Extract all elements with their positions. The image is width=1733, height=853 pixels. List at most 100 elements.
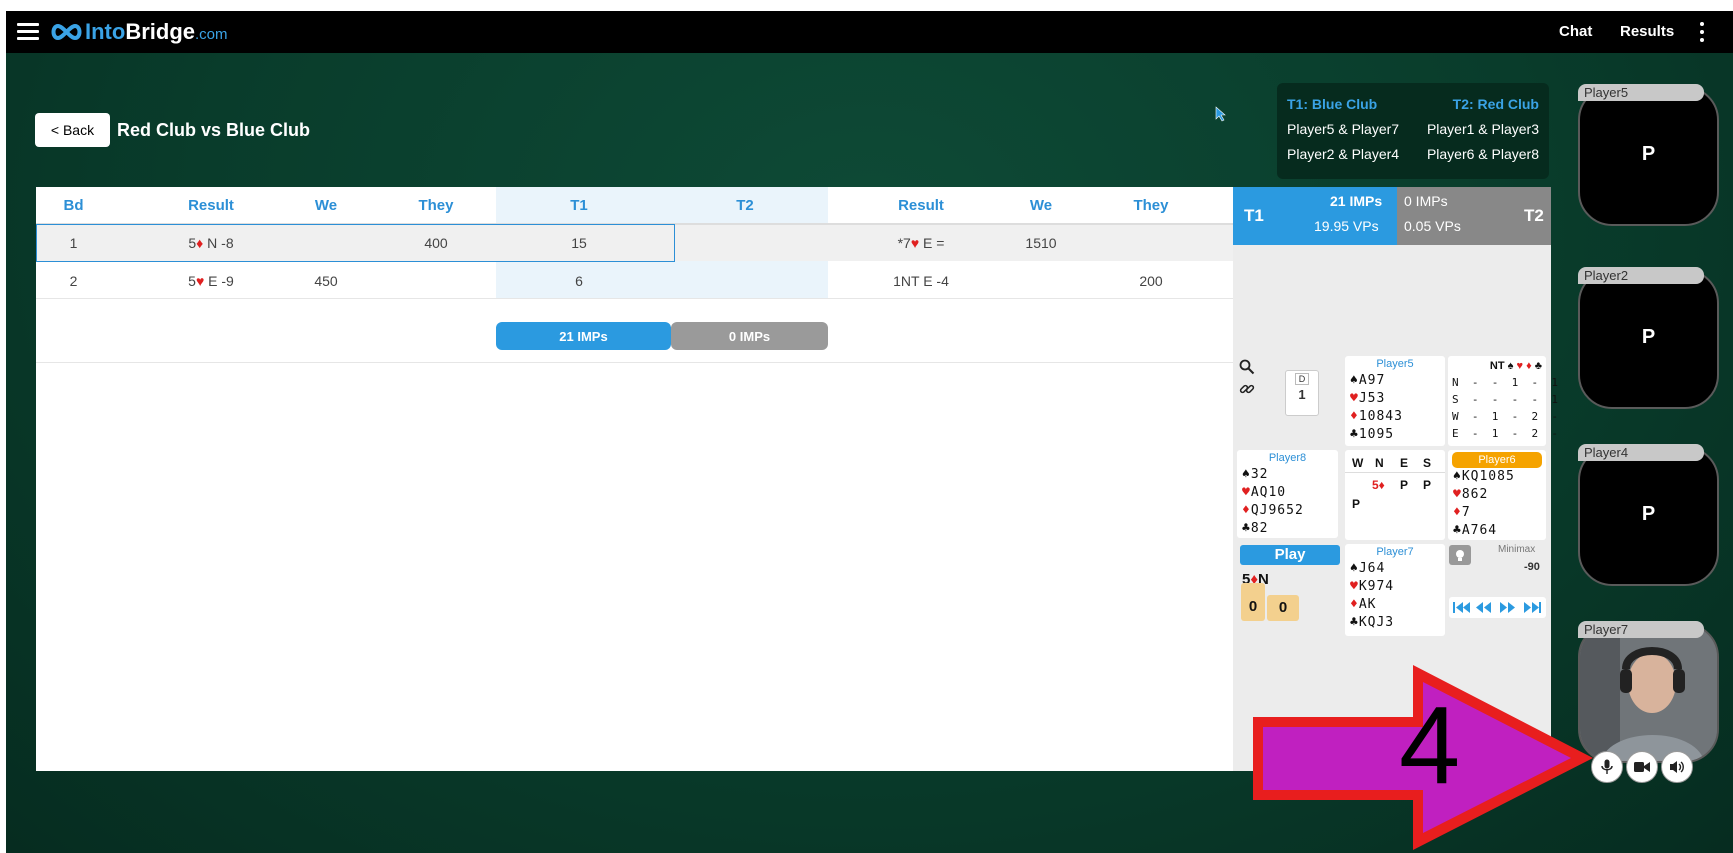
search-icon[interactable] [1239, 359, 1255, 380]
header-bd: Bd [63, 197, 84, 214]
t2-pair: Player1 & Player3 [1426, 120, 1539, 137]
t2-imps-total: 0 IMPs [671, 322, 828, 350]
cell-bd: 1 [69, 235, 78, 251]
cell-bd: 2 [69, 272, 78, 289]
cell-result: 5 ♥ E -9 [188, 272, 234, 289]
double-dummy-table: NT ♠ ♥ ♦ ♣ N - - 1 - 1 S - - - - 1 W - 1… [1448, 356, 1558, 446]
t1-imps: 21 IMPs [1330, 193, 1383, 209]
annotation-number: 4 [1399, 684, 1461, 807]
east-spades: ♠KQ1085 [1453, 469, 1515, 484]
results-link[interactable]: Results [1620, 23, 1674, 40]
west-player-name: Player8 [1268, 452, 1307, 464]
cell-we: 450 [314, 272, 338, 289]
logo[interactable]: Into Bridge .com [50, 19, 228, 45]
auction-e: E [1400, 456, 1409, 470]
video-avatar-initial: P [1641, 326, 1656, 348]
play-button[interactable]: Play [1240, 545, 1340, 565]
auction-bid: 5♦ [1372, 478, 1385, 492]
west-diamonds: ♦QJ9652 [1242, 503, 1304, 518]
video-tile-player7[interactable] [1578, 623, 1719, 763]
north-clubs: ♣1095 [1350, 427, 1395, 442]
dd-row: N - - 1 - 1 [1452, 376, 1558, 389]
video-name-tag: Player7 [1578, 621, 1704, 638]
video-tile-player4[interactable]: P [1578, 446, 1719, 586]
playback-controls [1449, 597, 1546, 618]
t1-imps-total: 21 IMPs [496, 322, 671, 350]
cell-t2 [662, 262, 828, 299]
cell-t1: 15 [571, 235, 587, 251]
board-compass: D 1 [1285, 370, 1319, 416]
south-clubs: ♣KQJ3 [1350, 615, 1395, 630]
auction-bid: P [1400, 478, 1409, 492]
menu-icon[interactable] [17, 23, 39, 40]
webcam-feed [1580, 625, 1717, 761]
dd-row: W - 1 - 2 - [1452, 410, 1558, 423]
video-tile-player5[interactable]: P [1578, 86, 1719, 226]
auction-w: W [1352, 456, 1364, 470]
match-title: Red Club vs Blue Club [117, 120, 311, 140]
video-name-tag: Player2 [1578, 267, 1704, 284]
table-header: Bd Result We They T1 T2 Result We They [36, 187, 1233, 224]
speaker-icon[interactable] [1661, 751, 1693, 783]
east-hearts: ♥862 [1453, 487, 1489, 502]
cell-they: 400 [424, 235, 448, 251]
west-spades: ♠32 [1242, 467, 1269, 482]
t1-vps: 19.95 VPs [1314, 218, 1379, 234]
lightbulb-icon[interactable] [1449, 545, 1471, 565]
auction-n: N [1375, 456, 1384, 470]
t1-team-header: T1: Blue Club [1287, 95, 1378, 112]
header-result-2: Result [898, 197, 944, 214]
cell-they [386, 262, 486, 299]
camera-icon[interactable] [1626, 751, 1658, 783]
dd-row: S - - - - 1 [1452, 393, 1558, 406]
logo-com-text: .com [195, 26, 228, 43]
mouse-cursor-icon [1215, 106, 1227, 127]
east-hand: Player6 ♠KQ1085 ♥862 ♦7 ♣A764 [1448, 450, 1546, 540]
infinity-logo-icon [51, 23, 82, 41]
cell-we [276, 224, 376, 262]
t2-imps: 0 IMPs [1404, 193, 1448, 209]
logo-bridge-text: Bridge [125, 19, 196, 44]
south-diamonds: ♦AK [1350, 597, 1377, 612]
microphone-icon[interactable] [1591, 751, 1623, 783]
link-icon[interactable] [1239, 381, 1255, 402]
tricks-ew: 0 [1267, 595, 1299, 621]
south-hearts: ♥K974 [1350, 579, 1395, 594]
back-button[interactable]: < Back [35, 113, 110, 147]
t2-vps: 0.05 VPs [1404, 218, 1461, 234]
cell-we-2 [991, 262, 1091, 299]
auction-s: S [1423, 456, 1432, 470]
east-diamonds: ♦7 [1453, 505, 1471, 520]
video-tile-player2[interactable]: P [1578, 269, 1719, 409]
north-hearts: ♥J53 [1350, 391, 1386, 406]
score-t1-label: T1 [1244, 206, 1264, 225]
header-they-2: They [1133, 197, 1169, 214]
t1-pair: Player5 & Player7 [1287, 120, 1400, 137]
header-they: They [418, 197, 454, 214]
cell-result-2: *7 ♥ E = [897, 235, 945, 251]
south-spades: ♠J64 [1350, 561, 1386, 576]
chat-link[interactable]: Chat [1559, 23, 1592, 40]
north-player-name: Player5 [1376, 358, 1414, 370]
cell-result: 5 ♦ N -8 [188, 235, 234, 251]
teams-summary: T1: Blue Club T2: Red Club Player5 & Pla… [1277, 83, 1549, 179]
west-clubs: ♣82 [1242, 521, 1269, 536]
west-hand: Player8 ♠32 ♥AQ10 ♦QJ9652 ♣82 [1237, 450, 1338, 538]
t1-pair: Player2 & Player4 [1287, 145, 1400, 162]
app-screen: Into Bridge .com Chat Results < Back Red… [6, 11, 1733, 853]
divider [36, 362, 1233, 363]
header-t2: T2 [736, 197, 754, 214]
cell-we-2: 1510 [1025, 235, 1057, 251]
score-strip: T1 21 IMPs 19.95 VPs 0 IMPs 0.05 VPs T2 [1233, 187, 1551, 245]
board-number: 1 [1298, 387, 1306, 402]
dealer-indicator: D [1295, 373, 1309, 385]
auction-bid: P [1423, 478, 1432, 492]
auction-bid: P [1352, 497, 1361, 511]
header-we: We [314, 197, 338, 214]
north-diamonds: ♦10843 [1350, 409, 1403, 424]
east-clubs: ♣A764 [1453, 523, 1498, 538]
more-options-icon[interactable] [1699, 22, 1705, 42]
cell-result-2: 1NT E -4 [893, 272, 949, 289]
south-player-name: Player7 [1376, 546, 1414, 558]
header-result: Result [188, 197, 234, 214]
